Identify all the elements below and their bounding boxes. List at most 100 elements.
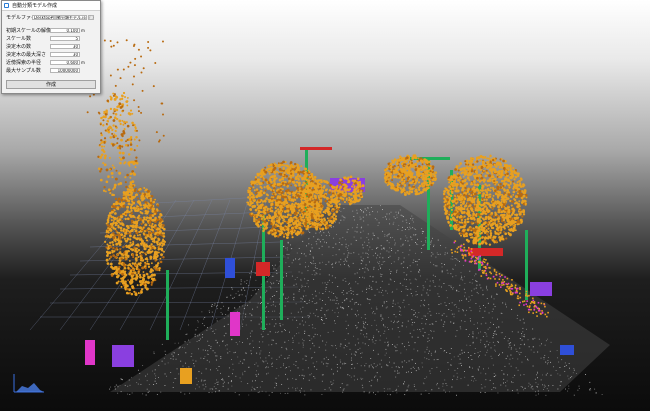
ground-point — [404, 346, 405, 348]
ground-point — [383, 248, 385, 250]
ground-point — [302, 342, 304, 344]
ground-point — [493, 387, 495, 389]
ground-point — [494, 333, 496, 335]
ground-point — [368, 288, 370, 290]
tree-point — [300, 186, 303, 188]
ground-point — [357, 310, 358, 312]
ground-point — [341, 302, 343, 303]
ground-point — [379, 339, 381, 341]
ground-point — [442, 383, 444, 385]
tree-point — [137, 214, 141, 217]
tree-point — [248, 194, 252, 197]
ground-point — [249, 343, 251, 345]
tree-point — [289, 175, 292, 178]
ground-point — [436, 384, 438, 386]
ground-point — [405, 219, 407, 221]
tree-point — [131, 272, 135, 276]
ground-point — [523, 322, 525, 324]
ground-point — [188, 339, 189, 341]
ground-point — [314, 377, 316, 379]
ground-point — [431, 240, 433, 242]
tree-point — [249, 198, 252, 201]
ground-point — [460, 362, 462, 364]
tree-point — [297, 173, 300, 176]
ground-point — [364, 327, 366, 329]
ground-point — [322, 239, 324, 240]
ground-point — [346, 231, 348, 233]
ground-point — [569, 367, 570, 369]
ground-point — [369, 275, 371, 277]
ground-point — [373, 367, 375, 369]
ground-point — [595, 392, 597, 394]
ground-point — [302, 378, 304, 380]
ground-point — [262, 360, 264, 362]
ground-point — [397, 259, 399, 261]
ground-point — [413, 348, 415, 350]
ground-point — [267, 366, 269, 368]
tree-point — [286, 164, 289, 167]
ground-point — [360, 333, 362, 335]
tree-point — [287, 177, 291, 180]
tree-point — [286, 236, 289, 239]
tree-point — [267, 164, 270, 168]
tree-point — [140, 291, 142, 294]
ground-point — [239, 341, 241, 343]
tree-point — [159, 213, 162, 216]
tree-point — [160, 223, 163, 226]
ground-point — [373, 268, 375, 270]
ground-point — [197, 320, 199, 322]
shrub-point — [532, 312, 534, 314]
ground-point — [471, 359, 473, 360]
tree-point — [281, 182, 285, 185]
ground-point — [389, 247, 390, 249]
ground-point — [296, 252, 298, 254]
ground-point — [211, 388, 213, 390]
ground-point — [408, 254, 410, 256]
ground-point — [336, 300, 338, 301]
ground-point — [260, 350, 262, 352]
tree-point — [282, 160, 285, 164]
ground-point — [394, 303, 396, 305]
tree-point — [329, 205, 332, 208]
ground-point — [519, 347, 521, 349]
ground-point — [446, 315, 448, 317]
ground-point — [430, 242, 432, 244]
tree-point — [125, 284, 129, 288]
tree-point — [332, 185, 336, 189]
ground-point — [356, 209, 358, 211]
ground-point — [437, 358, 439, 360]
ground-point — [203, 358, 205, 360]
ground-point — [326, 284, 328, 286]
ground-point — [389, 255, 391, 257]
ground-point — [452, 287, 454, 289]
ground-point — [269, 323, 271, 325]
ground-point — [493, 323, 494, 325]
ground-point — [494, 306, 496, 308]
ground-point — [307, 335, 309, 336]
ground-point — [176, 368, 178, 370]
ground-point — [422, 304, 424, 306]
shrub-point — [537, 301, 540, 304]
ground-point — [436, 366, 438, 368]
ground-point — [320, 241, 321, 243]
ground-point — [411, 359, 413, 361]
tree-point — [127, 202, 131, 206]
tree-point — [274, 213, 278, 216]
ground-point — [492, 364, 494, 366]
ground-point — [451, 255, 453, 257]
ground-point — [477, 368, 479, 370]
ground-point — [536, 374, 537, 376]
ground-point — [374, 294, 376, 296]
ground-point — [381, 248, 383, 250]
ground-point — [359, 347, 361, 349]
ground-point — [114, 386, 116, 388]
tree-point — [144, 261, 147, 264]
ground-point — [268, 344, 270, 346]
tree-point — [150, 262, 153, 265]
ground-point — [408, 223, 410, 225]
ground-point — [415, 243, 417, 245]
ground-point — [292, 319, 294, 321]
ground-point — [427, 289, 429, 291]
tree-point — [156, 242, 159, 245]
ground-point — [242, 287, 244, 289]
